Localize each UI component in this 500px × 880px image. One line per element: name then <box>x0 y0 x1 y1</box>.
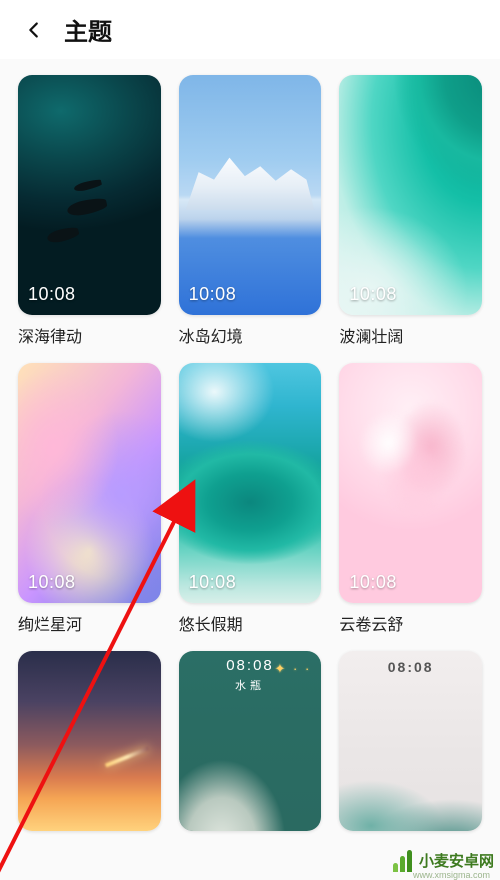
watermark-brand-text: 小麦安卓网 <box>419 850 494 871</box>
theme-card-holiday[interactable]: 10:08 悠长假期 <box>179 363 322 635</box>
theme-label: 悠长假期 <box>179 611 322 635</box>
theme-card-aquarius[interactable]: 08:08 水瓶 ✦ · · <box>179 651 322 831</box>
clock-text: 10:08 <box>349 572 397 593</box>
theme-thumbnail: 08:08 水瓶 ✦ · · <box>179 651 322 831</box>
theme-card-iceland[interactable]: 10:08 冰岛幻境 <box>179 75 322 347</box>
constellation-label: 水瓶 <box>235 677 265 693</box>
watermark: 小麦安卓网 <box>391 848 494 872</box>
theme-card-clouds[interactable]: 10:08 云卷云舒 <box>339 363 482 635</box>
page-title: 主题 <box>64 12 112 47</box>
theme-thumbnail: 08:08 <box>339 651 482 831</box>
theme-card-nebula[interactable]: 10:08 绚烂星河 <box>18 363 161 635</box>
theme-label: 云卷云舒 <box>339 611 482 635</box>
theme-thumbnail: 10:08 <box>179 75 322 315</box>
theme-label: 绚烂星河 <box>18 611 161 635</box>
clock-text: 10:08 <box>28 572 76 593</box>
theme-card-wave-art[interactable]: 08:08 <box>339 651 482 831</box>
clock-text: 10:08 <box>28 284 76 305</box>
theme-grid: 10:08 深海律动 10:08 冰岛幻境 10:08 波澜壮阔 10:08 绚… <box>0 59 500 831</box>
header: 主题 <box>0 0 500 59</box>
theme-card-deep-sea[interactable]: 10:08 深海律动 <box>18 75 161 347</box>
clock-text: 08:08 <box>388 659 434 675</box>
theme-thumbnail: 10:08 <box>179 363 322 603</box>
constellation-icon: ✦ · · <box>275 661 312 677</box>
theme-label: 冰岛幻境 <box>179 323 322 347</box>
theme-card-waves[interactable]: 10:08 波澜壮阔 <box>339 75 482 347</box>
back-button[interactable] <box>20 16 48 44</box>
clock-text: 08:08 <box>226 657 274 674</box>
theme-thumbnail: 10:08 <box>18 75 161 315</box>
theme-thumbnail: 10:08 <box>18 363 161 603</box>
theme-label: 深海律动 <box>18 323 161 347</box>
clock-text: 10:08 <box>349 284 397 305</box>
arrow-left-icon <box>23 19 45 41</box>
clock-text: 10:08 <box>189 572 237 593</box>
clock-text: 10:08 <box>189 284 237 305</box>
theme-card-sunset[interactable] <box>18 651 161 831</box>
theme-thumbnail: 10:08 <box>339 75 482 315</box>
watermark-logo-icon <box>391 848 415 872</box>
theme-label: 波澜壮阔 <box>339 323 482 347</box>
theme-thumbnail: 10:08 <box>339 363 482 603</box>
watermark-url-text: www.xmsigma.com <box>413 870 490 880</box>
theme-thumbnail <box>18 651 161 831</box>
